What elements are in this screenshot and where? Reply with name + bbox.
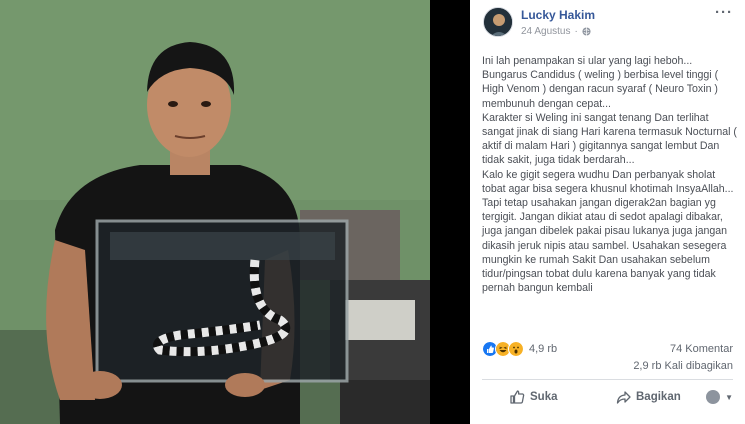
wow-reaction-icon <box>508 341 524 357</box>
action-bar: Suka Bagikan ▼ <box>470 384 745 410</box>
post-paragraph: Bungarus Candidus ( weling ) berbisa lev… <box>482 69 719 110</box>
post-paragraph: Tapi tetap usahakan jangan digerak2an ba… <box>482 197 728 295</box>
share-label: Bagikan <box>636 391 681 403</box>
post-side-panel: Lucky Hakim 24 Agustus · ··· Ini lah pen… <box>470 0 745 424</box>
thumbs-up-icon <box>510 390 525 404</box>
more-options-icon[interactable]: ··· <box>715 5 733 20</box>
reaction-icons <box>482 341 524 357</box>
shares-count[interactable]: 2,9 rb Kali dibagikan <box>633 360 733 372</box>
reactions-count[interactable]: 4,9 rb <box>529 343 557 355</box>
post-photo[interactable] <box>0 0 430 424</box>
photo-image <box>0 0 430 424</box>
post-paragraph: Ini lah penampakan si ular yang lagi heb… <box>482 55 693 67</box>
author-name[interactable]: Lucky Hakim <box>521 8 595 22</box>
post-paragraph: Karakter si Weling ini sangat tenang Dan… <box>482 111 737 167</box>
post-paragraph: Kalo ke gigit segera wudhu Dan perbanyak… <box>482 168 734 195</box>
chevron-down-icon: ▼ <box>725 392 733 402</box>
post-meta: 24 Agustus · <box>521 26 591 37</box>
audience-selector[interactable]: ▼ <box>706 390 733 404</box>
like-button[interactable]: Suka <box>510 390 558 404</box>
avatar[interactable] <box>483 7 513 37</box>
like-label: Suka <box>530 391 558 403</box>
globe-icon <box>582 27 591 36</box>
comments-count[interactable]: 74 Komentar <box>670 343 733 355</box>
share-arrow-icon <box>616 390 631 404</box>
share-button[interactable]: Bagikan <box>616 390 681 404</box>
audience-globe-icon <box>706 390 721 404</box>
post-date[interactable]: 24 Agustus <box>521 26 570 37</box>
reactions-summary[interactable]: 4,9 rb <box>482 341 557 357</box>
post-header: Lucky Hakim 24 Agustus · ··· <box>470 0 745 44</box>
divider <box>482 379 733 380</box>
post-text: Ini lah penampakan si ular yang lagi heb… <box>482 54 740 295</box>
